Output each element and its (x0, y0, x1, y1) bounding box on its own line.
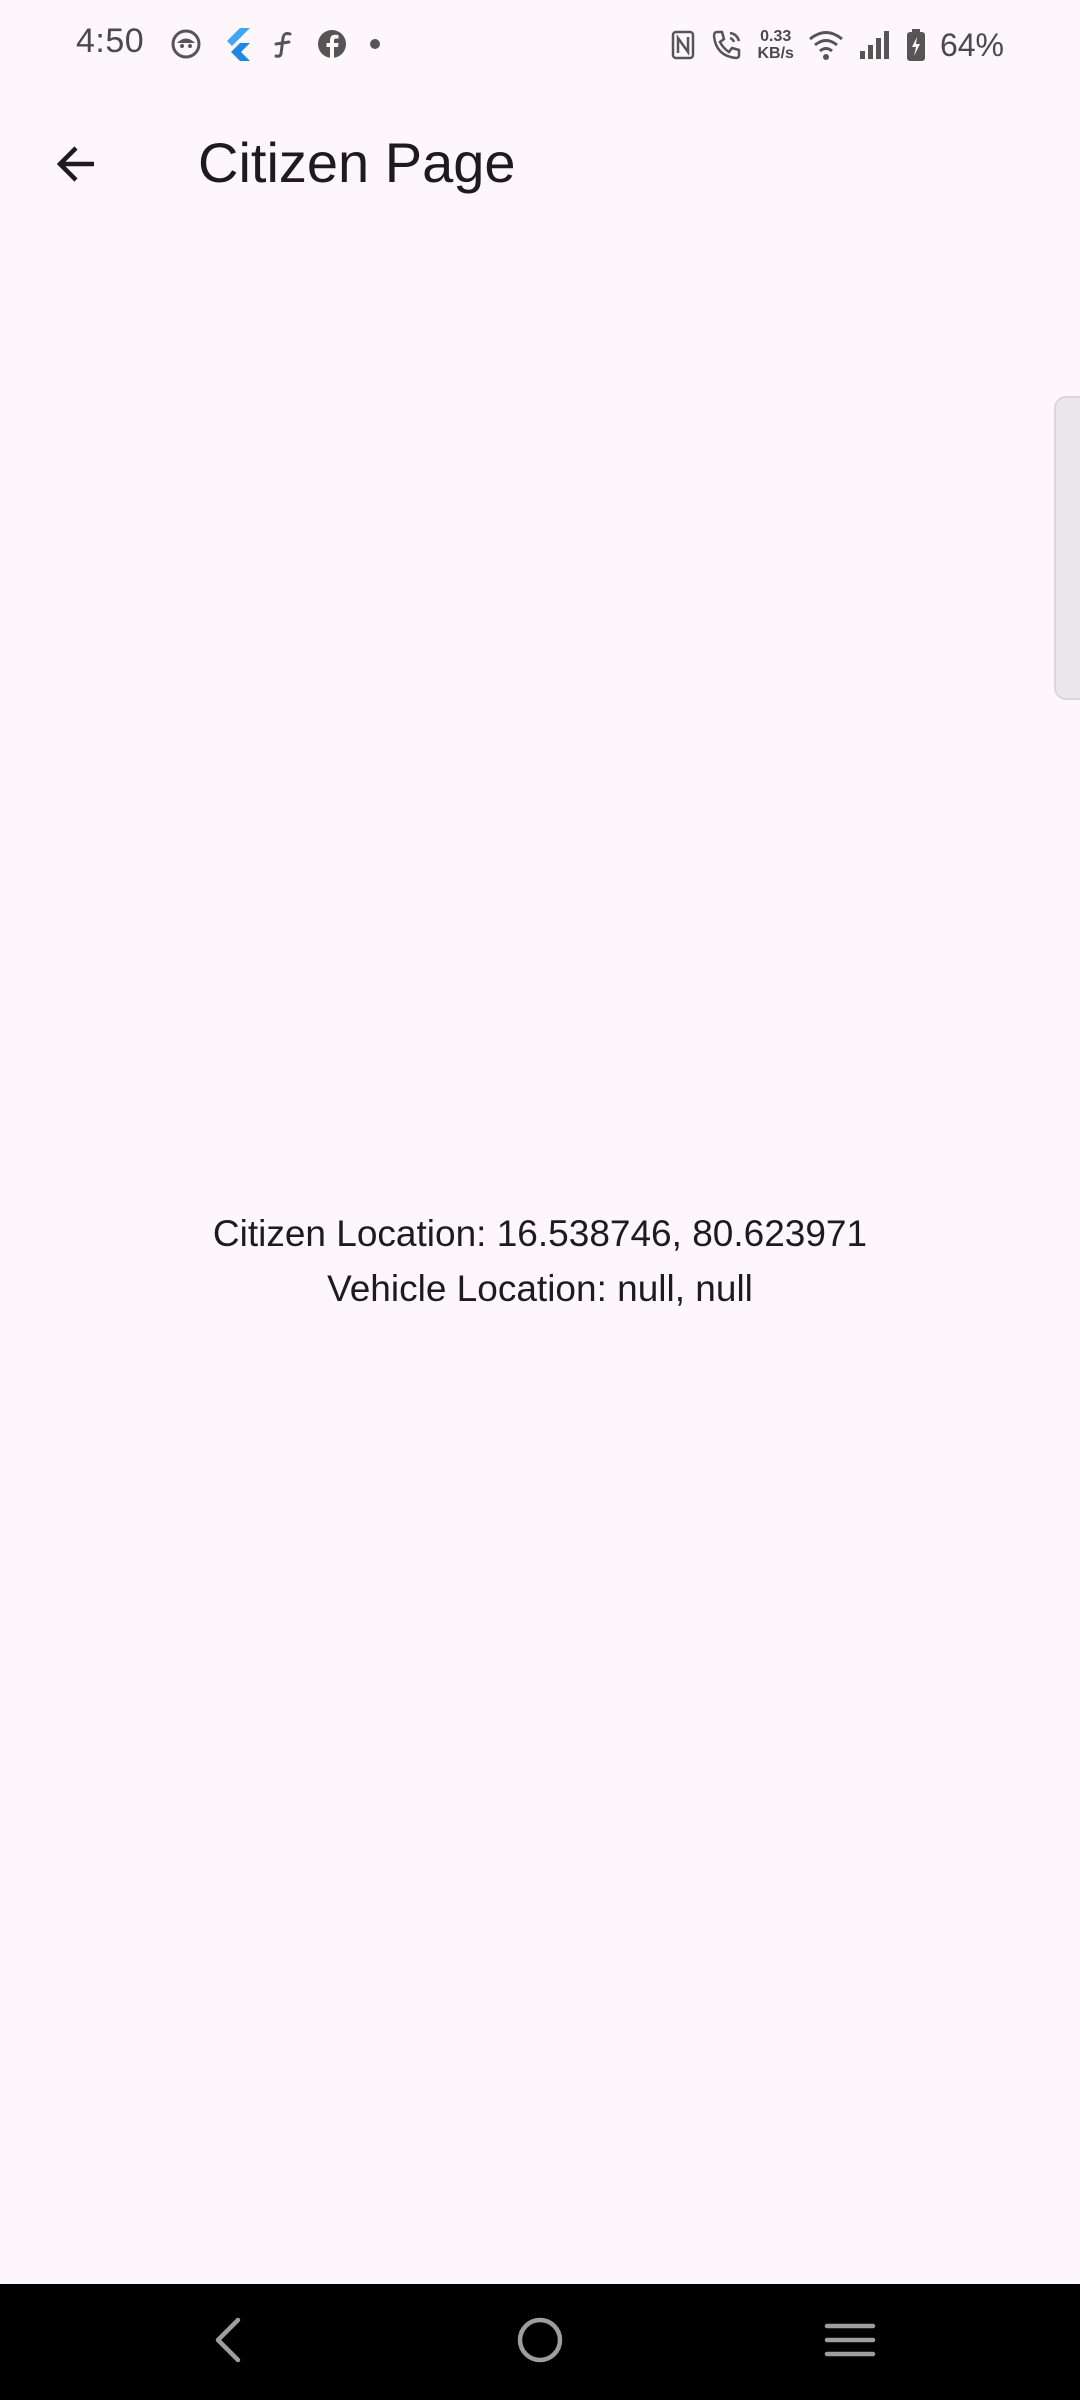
edge-panel-handle[interactable] (1054, 396, 1080, 700)
wifi-icon (808, 29, 844, 61)
status-time: 4:50 (76, 22, 145, 60)
app-f-icon (272, 29, 296, 59)
page-title: Citizen Page (198, 131, 516, 194)
nfc-icon (670, 29, 696, 61)
nav-recents-button[interactable] (800, 2302, 900, 2382)
facebook-icon (316, 28, 348, 60)
nav-back-button[interactable] (178, 2302, 278, 2382)
vehicle-location-text: Vehicle Location: null, null (327, 1268, 753, 1309)
network-speed-unit: KB/s (757, 45, 794, 62)
dot-icon (368, 37, 382, 51)
location-info: Citizen Location: 16.538746, 80.623971 V… (0, 1206, 1080, 1316)
nav-home-icon (515, 2315, 565, 2370)
flutter-icon (222, 27, 252, 61)
nav-back-icon (208, 2315, 248, 2370)
screen: 4:50 0.33 KB/s 64% Citizen Page Citizen … (0, 0, 1080, 2400)
battery-percent: 64% (939, 26, 1004, 63)
status-bar: 4:50 0.33 KB/s 64% (0, 0, 1080, 90)
network-speed: 0.33 KB/s (758, 28, 794, 62)
back-button[interactable] (36, 126, 116, 206)
signal-icon (858, 29, 892, 61)
app-bar: Citizen Page (0, 100, 1080, 228)
citizen-location-text: Citizen Location: 16.538746, 80.623971 (212, 1213, 868, 1254)
navigation-bar (0, 2284, 1080, 2400)
network-speed-value: 0.33 (760, 28, 792, 45)
nav-recents-icon (824, 2320, 876, 2365)
nav-home-button[interactable] (490, 2302, 590, 2382)
wifi-calling-icon (710, 28, 744, 62)
emoji-face-icon (170, 28, 202, 60)
battery-icon (906, 28, 926, 62)
notification-icons (170, 26, 382, 62)
system-icons: 0.33 KB/s 64% (670, 22, 1004, 68)
arrow-back-icon (52, 140, 100, 193)
